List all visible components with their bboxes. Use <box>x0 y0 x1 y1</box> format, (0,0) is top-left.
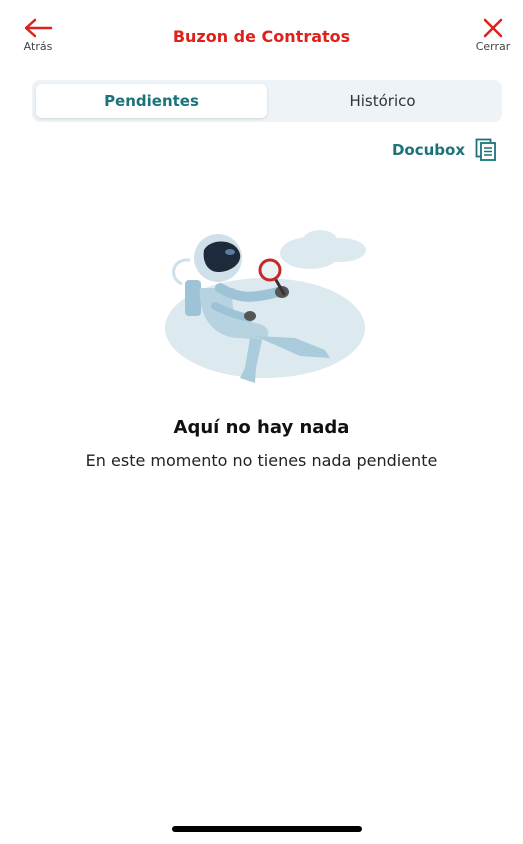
screen: Atrás Buzon de Contratos Cerrar Pendient… <box>0 0 523 844</box>
tab-bar: Pendientes Histórico <box>32 80 502 122</box>
tab-pendientes[interactable]: Pendientes <box>36 84 267 118</box>
empty-state-subtitle: En este momento no tienes nada pendiente <box>85 451 438 470</box>
page-title: Buzon de Contratos <box>172 27 351 46</box>
tab-historico[interactable]: Histórico <box>267 84 498 118</box>
close-icon <box>483 18 503 38</box>
docubox-link[interactable]: Docubox <box>392 138 497 162</box>
docubox-label: Docubox <box>391 141 465 159</box>
home-indicator <box>172 826 362 832</box>
close-label: Cerrar <box>475 40 511 53</box>
documents-icon <box>475 138 496 161</box>
astronaut-illustration <box>165 230 366 383</box>
close-button[interactable]: Cerrar <box>469 18 517 53</box>
empty-state-title: Aquí no hay nada <box>173 417 350 438</box>
